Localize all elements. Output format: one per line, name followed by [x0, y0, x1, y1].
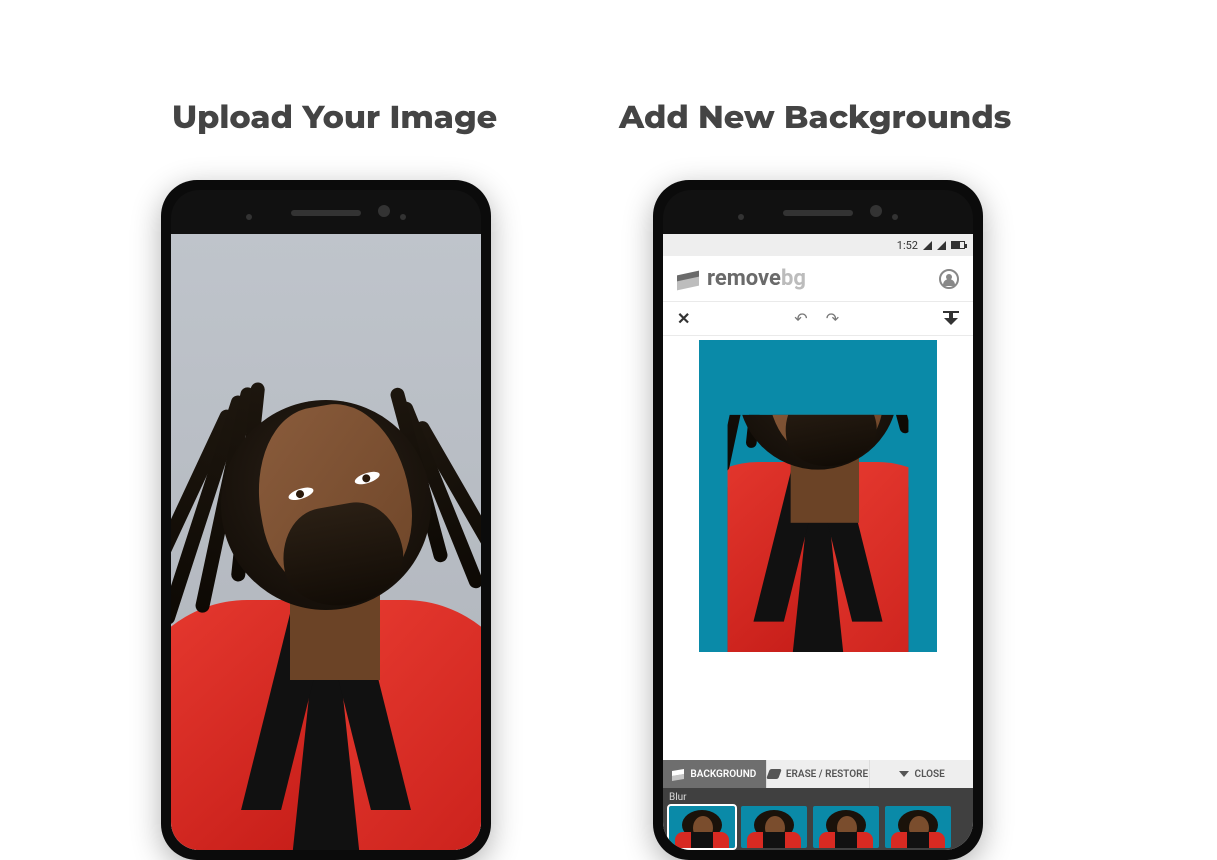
bg-thumb[interactable] [669, 806, 735, 848]
background-thumbnails [669, 806, 967, 848]
battery-icon [951, 241, 965, 249]
eraser-icon [766, 769, 782, 779]
uploaded-image [171, 234, 481, 850]
tab-close[interactable]: CLOSE [870, 760, 973, 788]
strip-category-label: Blur [669, 792, 967, 803]
layers-icon [672, 768, 684, 780]
tab-background[interactable]: BACKGROUND [663, 760, 767, 788]
editor-canvas-area [663, 336, 973, 768]
chevron-down-icon [899, 771, 909, 777]
app-header: removebg [663, 256, 973, 302]
phone-mockup-right: 1:52 removebg ✕ ↶ ↷ [653, 180, 983, 860]
bg-thumb[interactable] [741, 806, 807, 848]
phone-mockup-left [161, 180, 491, 860]
signal-icon [937, 241, 946, 250]
android-statusbar: 1:52 [663, 234, 973, 256]
heading-add-backgrounds: Add New Backgrounds [619, 98, 1011, 137]
tab-background-label: BACKGROUND [690, 769, 756, 780]
edited-image[interactable] [699, 340, 937, 652]
download-icon[interactable] [943, 311, 959, 327]
editor-tabbar: BACKGROUND ERASE / RESTORE CLOSE [663, 760, 973, 788]
account-icon[interactable] [939, 269, 959, 289]
statusbar-time: 1:52 [897, 239, 918, 252]
tab-close-label: CLOSE [915, 769, 945, 780]
bg-thumb[interactable] [885, 806, 951, 848]
redo-icon[interactable]: ↷ [826, 309, 839, 328]
background-strip: Blur [663, 788, 973, 850]
bg-thumb[interactable] [813, 806, 879, 848]
editor-toolbar: ✕ ↶ ↷ [663, 302, 973, 336]
logo-text: removebg [707, 266, 806, 291]
undo-icon[interactable]: ↶ [794, 309, 807, 328]
app-logo[interactable]: removebg [677, 266, 806, 291]
close-icon[interactable]: ✕ [677, 309, 690, 328]
tab-erase-label: ERASE / RESTORE [786, 769, 868, 780]
tab-erase-restore[interactable]: ERASE / RESTORE [767, 760, 871, 788]
logo-icon [677, 268, 699, 290]
heading-upload: Upload Your Image [172, 98, 497, 137]
wifi-icon [923, 241, 932, 250]
